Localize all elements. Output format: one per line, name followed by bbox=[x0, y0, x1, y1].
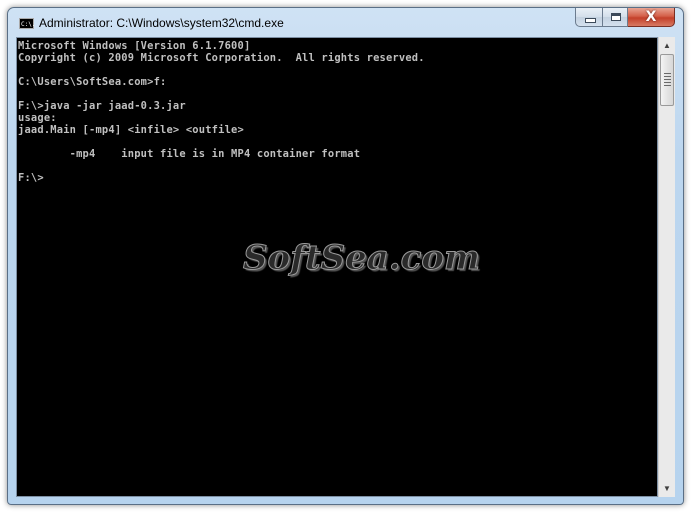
console-line: Microsoft Windows [Version 6.1.7600] bbox=[18, 40, 251, 52]
window-controls: X bbox=[575, 8, 675, 28]
watermark: SoftSea.com bbox=[243, 238, 481, 279]
grip-line bbox=[664, 73, 671, 74]
console-line: jaad.Main [-mp4] <infile> <outfile> bbox=[18, 124, 244, 136]
console-line: F:\>java -jar jaad-0.3.jar bbox=[18, 100, 186, 112]
scrollbar-thumb[interactable] bbox=[660, 54, 674, 106]
console-text: Microsoft Windows [Version 6.1.7600] Copy… bbox=[18, 40, 425, 184]
scroll-up-arrow-icon[interactable]: ▲ bbox=[659, 37, 675, 54]
minimize-button[interactable] bbox=[575, 8, 602, 27]
minimize-icon bbox=[585, 18, 596, 23]
grip-line bbox=[664, 82, 671, 83]
grip-line bbox=[664, 76, 671, 77]
console-line: Copyright (c) 2009 Microsoft Corporation… bbox=[18, 52, 425, 64]
vertical-scrollbar[interactable]: ▲ ▼ bbox=[658, 37, 675, 497]
console-line: F:\> bbox=[18, 172, 44, 184]
close-icon: X bbox=[645, 9, 657, 25]
close-button[interactable]: X bbox=[628, 8, 675, 27]
cmd-window: C:\. Administrator: C:\Windows\system32\… bbox=[7, 7, 684, 505]
scroll-down-arrow-icon[interactable]: ▼ bbox=[659, 480, 675, 497]
console-output[interactable]: Microsoft Windows [Version 6.1.7600] Copy… bbox=[16, 37, 658, 497]
grip-line bbox=[664, 85, 671, 86]
console-line: C:\Users\SoftSea.com>f: bbox=[18, 76, 167, 88]
maximize-icon bbox=[611, 13, 621, 21]
console-line: usage: bbox=[18, 112, 57, 124]
maximize-button[interactable] bbox=[602, 8, 628, 27]
window-title: Administrator: C:\Windows\system32\cmd.e… bbox=[39, 16, 284, 30]
console-line: -mp4 input file is in MP4 container form… bbox=[18, 148, 361, 160]
title-bar[interactable]: C:\. Administrator: C:\Windows\system32\… bbox=[8, 8, 683, 37]
console-icon[interactable]: C:\. bbox=[19, 18, 35, 29]
grip-line bbox=[664, 79, 671, 80]
